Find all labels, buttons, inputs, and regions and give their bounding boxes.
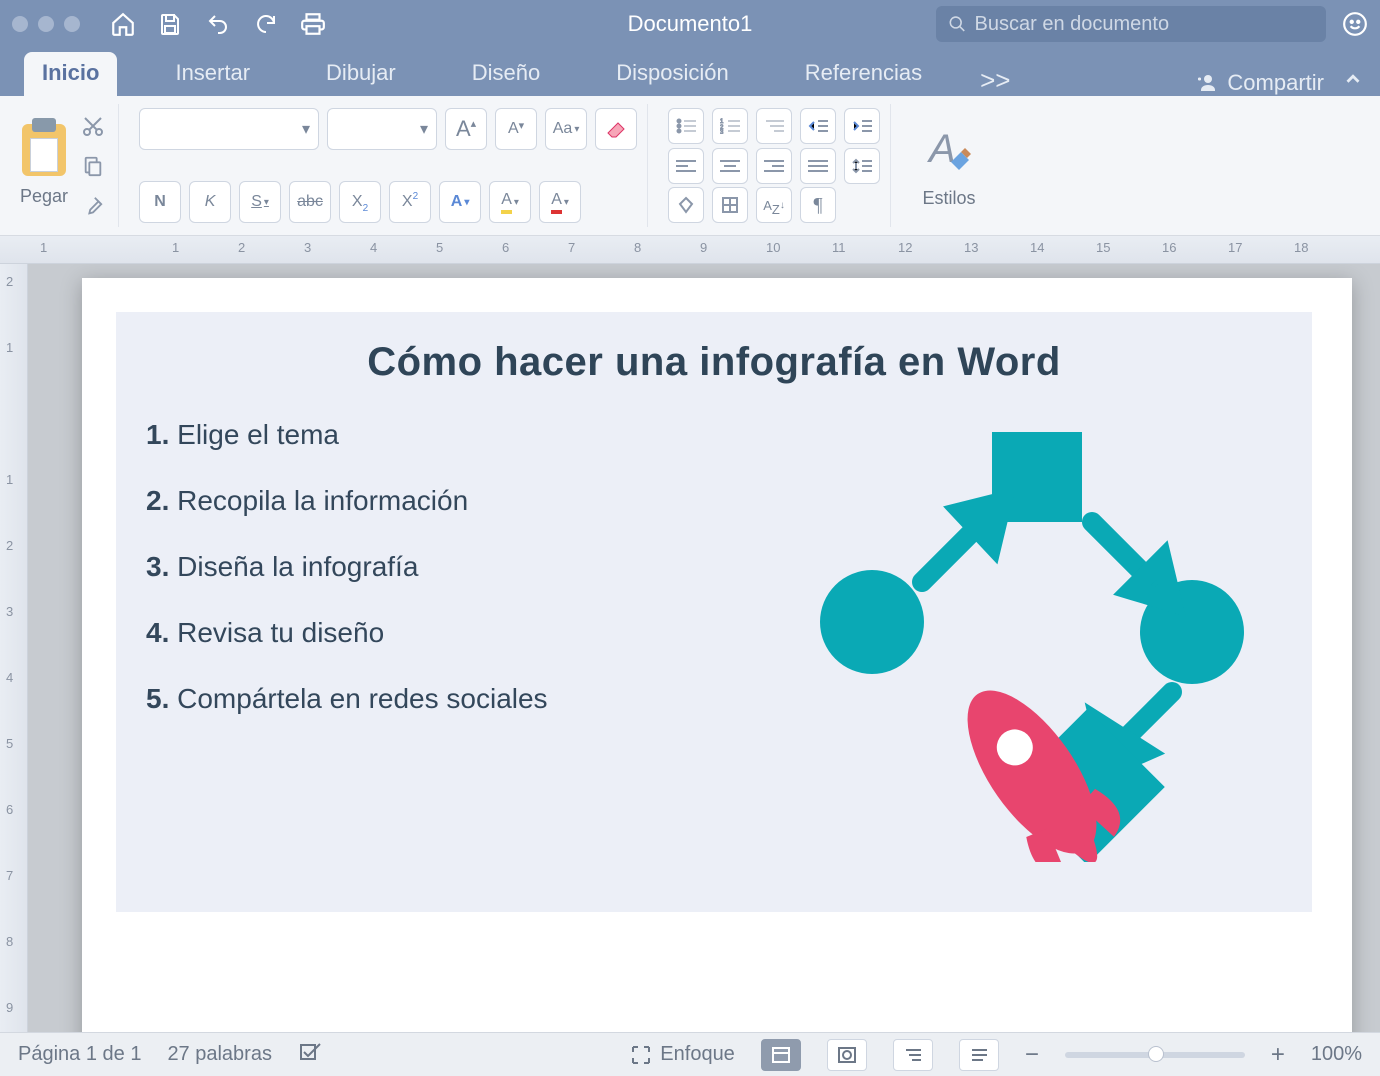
tab-inicio[interactable]: Inicio xyxy=(24,52,117,96)
outline-view-button[interactable] xyxy=(893,1039,933,1071)
cycle-graphic xyxy=(792,422,1252,862)
shading-button[interactable] xyxy=(668,187,704,223)
tab-referencias[interactable]: Referencias xyxy=(787,52,940,96)
font-size-dropdown[interactable]: ▾ xyxy=(327,108,437,150)
ruler-vertical[interactable]: 21123456789 xyxy=(0,264,28,1032)
zoom-in-button[interactable]: + xyxy=(1271,1041,1285,1069)
print-icon[interactable] xyxy=(300,11,326,37)
page-indicator[interactable]: Página 1 de 1 xyxy=(18,1043,141,1066)
bold-button[interactable]: N xyxy=(139,181,181,223)
tab-insertar[interactable]: Insertar xyxy=(157,52,268,96)
focus-icon xyxy=(630,1044,652,1066)
print-layout-view-button[interactable] xyxy=(761,1039,801,1071)
web-layout-view-button[interactable] xyxy=(827,1039,867,1071)
align-right-button[interactable] xyxy=(756,148,792,184)
tab-disposicion[interactable]: Disposición xyxy=(598,52,747,96)
share-person-icon xyxy=(1193,71,1217,95)
traffic-minimize[interactable] xyxy=(38,16,54,32)
page: Cómo hacer una infografía en Word 1. Eli… xyxy=(82,278,1352,1032)
cut-icon[interactable] xyxy=(78,111,108,141)
share-button[interactable]: Compartir xyxy=(1193,70,1324,96)
zoom-slider[interactable] xyxy=(1065,1052,1245,1058)
text-effects-button[interactable]: A▾ xyxy=(439,181,481,223)
smile-icon[interactable] xyxy=(1342,11,1368,37)
font-family-dropdown[interactable]: ▾ xyxy=(139,108,319,150)
tabs-more-icon[interactable]: >> xyxy=(980,65,1010,96)
numbering-button[interactable]: 123 xyxy=(712,108,748,144)
clipboard-group: Pegar xyxy=(10,104,119,227)
infographic-box: Cómo hacer una infografía en Word 1. Eli… xyxy=(116,312,1312,912)
search-icon xyxy=(948,14,967,34)
spellcheck-icon[interactable] xyxy=(298,1041,324,1069)
align-center-button[interactable] xyxy=(712,148,748,184)
font-color-button[interactable]: A▾ xyxy=(539,181,581,223)
traffic-zoom[interactable] xyxy=(64,16,80,32)
ruler-horizontal[interactable]: /* numbers placed via JS below using rul… xyxy=(0,236,1380,264)
paste-label: Pegar xyxy=(20,186,68,207)
infographic-title: Cómo hacer una infografía en Word xyxy=(146,340,1282,385)
tab-diseno[interactable]: Diseño xyxy=(454,52,558,96)
font-group: ▾ ▾ A▴ A▾ Aa▾ N K S▾ abc X2 X2 A▾ A▾ A▾ xyxy=(129,104,648,227)
format-painter-icon[interactable] xyxy=(78,191,108,221)
draft-view-button[interactable] xyxy=(959,1039,999,1071)
subscript-button[interactable]: X2 xyxy=(339,181,381,223)
align-left-button[interactable] xyxy=(668,148,704,184)
multilevel-list-button[interactable] xyxy=(756,108,792,144)
zoom-level[interactable]: 100% xyxy=(1311,1043,1362,1066)
clipboard-icon xyxy=(22,124,66,176)
document-canvas[interactable]: Cómo hacer una infografía en Word 1. Eli… xyxy=(28,264,1380,1032)
document-title: Documento1 xyxy=(628,11,753,37)
superscript-button[interactable]: X2 xyxy=(389,181,431,223)
window-controls[interactable] xyxy=(12,16,80,32)
justify-button[interactable] xyxy=(800,148,836,184)
borders-button[interactable] xyxy=(712,187,748,223)
ribbon: Pegar ▾ ▾ A▴ A▾ Aa▾ N K S▾ abc X2 X2 A▾ … xyxy=(0,96,1380,236)
paste-button[interactable]: Pegar xyxy=(20,124,68,207)
svg-text:3: 3 xyxy=(720,130,724,134)
ribbon-tabs: Inicio Insertar Dibujar Diseño Disposici… xyxy=(0,48,1380,96)
quick-access-toolbar xyxy=(110,11,326,37)
styles-group[interactable]: A Estilos xyxy=(901,104,997,227)
copy-icon[interactable] xyxy=(78,151,108,181)
home-icon[interactable] xyxy=(110,11,136,37)
clear-formatting-button[interactable] xyxy=(595,108,637,150)
eraser-icon xyxy=(604,119,628,139)
highlight-button[interactable]: A▾ xyxy=(489,181,531,223)
zoom-out-button[interactable]: − xyxy=(1025,1041,1039,1069)
change-case-button[interactable]: Aa▾ xyxy=(545,108,587,150)
decrease-indent-button[interactable] xyxy=(800,108,836,144)
redo-icon[interactable] xyxy=(254,12,278,36)
underline-button[interactable]: S▾ xyxy=(239,181,281,223)
collapse-ribbon-icon[interactable] xyxy=(1342,68,1364,96)
styles-label: Estilos xyxy=(923,188,976,209)
paragraph-group: 123 AZ↓ ¶ xyxy=(658,104,891,227)
increase-font-button[interactable]: A▴ xyxy=(445,108,487,150)
tab-dibujar[interactable]: Dibujar xyxy=(308,52,414,96)
increase-indent-button[interactable] xyxy=(844,108,880,144)
status-bar: Página 1 de 1 27 palabras Enfoque − + 10… xyxy=(0,1032,1380,1076)
search-input[interactable] xyxy=(975,13,1314,36)
word-count[interactable]: 27 palabras xyxy=(167,1043,272,1066)
line-spacing-button[interactable] xyxy=(844,148,880,184)
traffic-close[interactable] xyxy=(12,16,28,32)
titlebar: Documento1 xyxy=(0,0,1380,48)
undo-icon[interactable] xyxy=(204,12,232,36)
show-marks-button[interactable]: ¶ xyxy=(800,187,836,223)
svg-text:A: A xyxy=(927,127,956,171)
search-box[interactable] xyxy=(936,6,1326,42)
styles-icon: A xyxy=(921,122,977,178)
bullets-button[interactable] xyxy=(668,108,704,144)
focus-mode-button[interactable]: Enfoque xyxy=(630,1043,735,1066)
strikethrough-button[interactable]: abc xyxy=(289,181,331,223)
sort-button[interactable]: AZ↓ xyxy=(756,187,792,223)
share-label: Compartir xyxy=(1227,70,1324,96)
decrease-font-button[interactable]: A▾ xyxy=(495,108,537,150)
save-icon[interactable] xyxy=(158,12,182,36)
italic-button[interactable]: K xyxy=(189,181,231,223)
